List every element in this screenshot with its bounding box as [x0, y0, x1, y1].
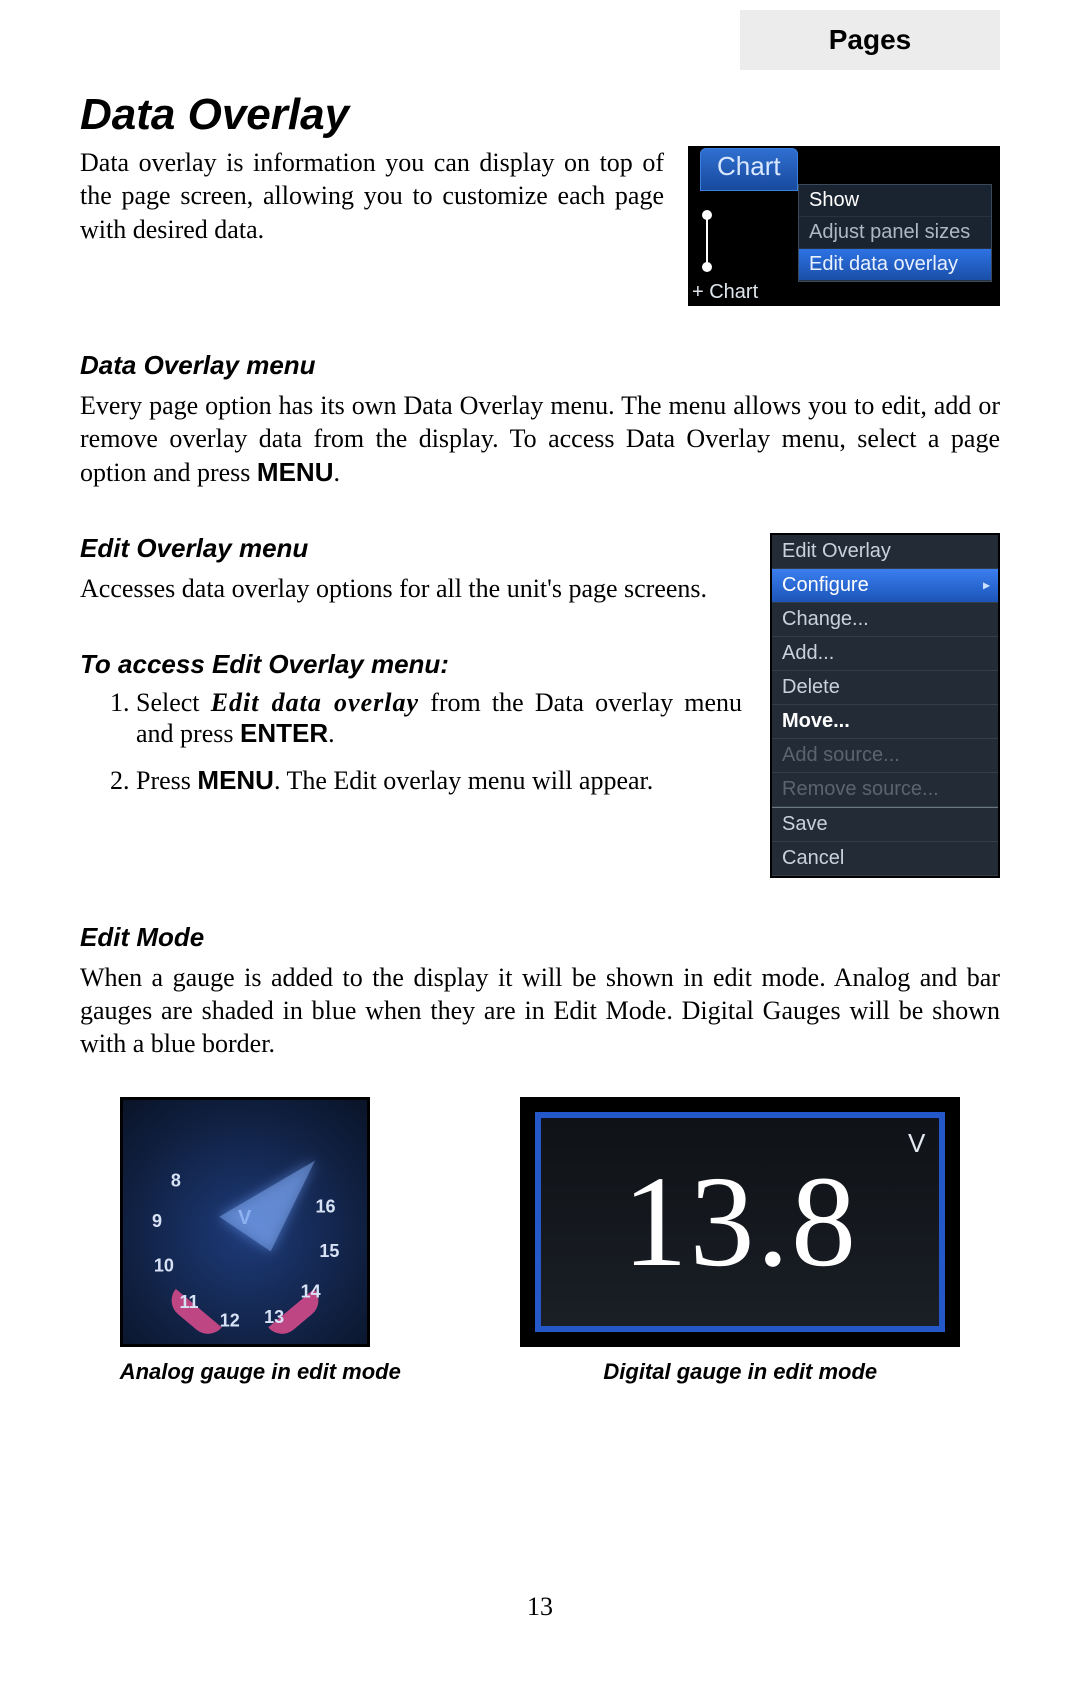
enter-key-word: ENTER — [240, 718, 328, 748]
tick-8: 8 — [171, 1171, 181, 1192]
steps-list: Select Edit data overlay from the Data o… — [136, 688, 746, 796]
figure-digital-gauge: 13.8 V — [520, 1097, 960, 1347]
manual-page: Pages Data Overlay Data overlay is infor… — [0, 0, 1080, 1682]
menu-item-edit-overlay[interactable]: Edit Overlay — [772, 535, 998, 569]
caption-analog: Analog gauge in edit mode — [120, 1359, 401, 1385]
chevron-right-icon: ▸ — [983, 577, 990, 594]
tick-16: 16 — [316, 1196, 336, 1217]
menu-item-cancel[interactable]: Cancel — [772, 842, 998, 876]
needle-icon — [219, 1134, 326, 1252]
menu-key-word: MENU — [197, 765, 274, 795]
add-chart-label: + Chart — [692, 281, 758, 304]
paragraph-data-overlay-menu: Every page option has its own Data Overl… — [80, 389, 1000, 489]
menu-item-remove-source: Remove source... — [772, 773, 998, 807]
intro-row: Data overlay is information you can disp… — [80, 146, 1000, 306]
paragraph-edit-mode: When a gauge is added to the display it … — [80, 961, 1000, 1061]
tick-15: 15 — [319, 1241, 339, 1262]
text: Press — [136, 766, 197, 795]
page-number: 13 — [0, 1592, 1080, 1622]
chart-tab: Chart — [700, 148, 798, 191]
digital-gauge-block: 13.8 V Digital gauge in edit mode — [520, 1097, 960, 1385]
tick-11: 11 — [179, 1292, 198, 1313]
intro-text: Data overlay is information you can disp… — [80, 146, 664, 246]
menu-key-word: MENU — [257, 457, 334, 487]
analog-gauge-block: V 8 9 10 11 12 13 14 15 16 Analog gauge … — [120, 1097, 401, 1385]
menu-item-move[interactable]: Move... — [772, 705, 998, 739]
menu-item-delete[interactable]: Delete — [772, 671, 998, 705]
tick-10: 10 — [154, 1255, 174, 1276]
text: . — [333, 458, 340, 487]
figure-analog-gauge: V 8 9 10 11 12 13 14 15 16 — [120, 1097, 370, 1347]
heading-edit-mode: Edit Mode — [80, 922, 1000, 953]
section-tab: Pages — [740, 10, 1000, 70]
wire-decoration — [694, 202, 774, 282]
tick-12: 12 — [220, 1310, 240, 1331]
heading-to-access: To access Edit Overlay menu: — [80, 649, 746, 680]
menu-item-show[interactable]: Show — [799, 185, 991, 217]
figure-edit-overlay-menu: Edit Overlay Configure ▸ Change... Add..… — [770, 533, 1000, 878]
heading-edit-overlay-menu: Edit Overlay menu — [80, 533, 746, 564]
text: . The Edit overlay menu will appear. — [274, 766, 653, 795]
figure-data-overlay-popup: Chart Show Adjust panel sizes Edit data … — [688, 146, 1000, 306]
digital-value: 13.8 — [623, 1147, 859, 1297]
menu-item-save[interactable]: Save — [772, 808, 998, 842]
text: . — [328, 719, 335, 748]
menu-item-add[interactable]: Add... — [772, 637, 998, 671]
menu-item-add-source: Add source... — [772, 739, 998, 773]
menu-item-configure[interactable]: Configure ▸ — [772, 569, 998, 603]
popup-menu: Show Adjust panel sizes Edit data overla… — [798, 184, 992, 282]
step-2: Press MENU. The Edit overlay menu will a… — [136, 765, 746, 796]
gauges-row: V 8 9 10 11 12 13 14 15 16 Analog gauge … — [80, 1097, 1000, 1385]
heading-data-overlay-menu: Data Overlay menu — [80, 350, 1000, 381]
step-1: Select Edit data overlay from the Data o… — [136, 688, 746, 749]
tick-13: 13 — [264, 1307, 284, 1328]
tick-14: 14 — [301, 1281, 321, 1302]
section-label: Pages — [829, 24, 912, 56]
paragraph-edit-overlay-menu: Accesses data overlay options for all th… — [80, 572, 746, 605]
menu-item-change[interactable]: Change... — [772, 603, 998, 637]
digital-gauge-inner: 13.8 V — [535, 1112, 945, 1332]
text: Every page option has its own Data Overl… — [80, 391, 1000, 487]
tick-9: 9 — [152, 1211, 162, 1232]
menu-item-adjust-panel[interactable]: Adjust panel sizes — [799, 217, 991, 249]
caption-digital: Digital gauge in edit mode — [520, 1359, 960, 1385]
label: Configure — [782, 574, 869, 596]
menu-item-edit-data-overlay[interactable]: Edit data overlay — [799, 249, 991, 281]
edit-overlay-row: Edit Overlay menu Accesses data overlay … — [80, 533, 1000, 878]
digital-unit: V — [908, 1128, 925, 1159]
emphasis-edit-data-overlay: Edit data overlay — [211, 688, 419, 717]
text: Select — [136, 688, 211, 717]
